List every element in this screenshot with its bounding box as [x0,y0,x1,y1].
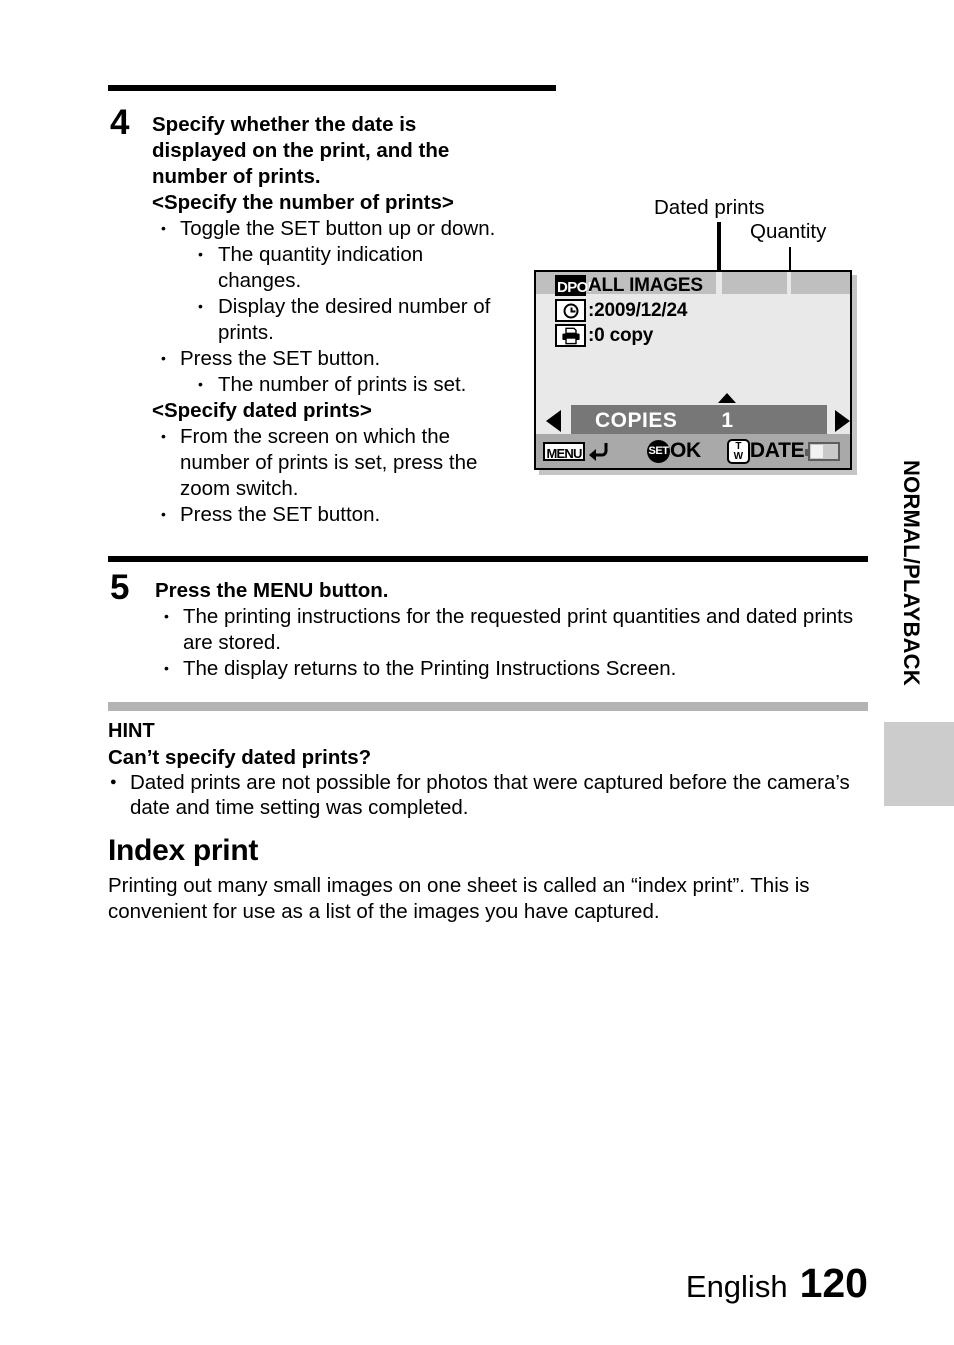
step-4-title: Specify whether the date is displayed on… [152,113,450,188]
menu-badge[interactable]: MENU [543,441,585,461]
zoom-tw-badge[interactable]: T W [726,438,750,464]
step-4-number: 4 [110,103,129,142]
callout-label-quantity: Quantity [750,220,827,243]
lcd-row-copies: :0 copy [555,323,835,348]
hint-bullet-list: Dated prints are not possible for photos… [108,770,878,820]
side-tab-block [884,722,954,806]
list-item: The quantity indication changes. [188,241,512,294]
return-arrow-icon [589,443,608,461]
hint-question: Can’t specify dated prints? [108,746,372,769]
lcd-date-value: :2009/12/24 [588,300,688,321]
list-item: The number of prints is set. [188,371,512,398]
list-item: Toggle the SET button up or down. [152,215,512,242]
step-5-title: Press the MENU button. [155,579,389,602]
list-item: Dated prints are not possible for photos… [108,770,878,820]
step-4-bullet-list-2: Press the SET button. [152,345,512,372]
battery-icon [805,441,840,461]
list-item: The display returns to the Printing Inst… [155,655,865,682]
copies-selection-bar[interactable]: COPIES 1 [571,393,827,449]
step-4-divider-rule [108,85,556,91]
step-4-subhead-1: <Specify the number of prints> [152,191,454,214]
list-item: The printing instructions for the reques… [155,603,865,656]
footer-page-number: 120 [799,1260,868,1306]
lcd-row-date: :2009/12/24 [555,298,835,323]
step-5-bullet-list: The printing instructions for the reques… [155,603,865,682]
zoom-action-label: DATE [749,439,805,462]
list-item: Press the SET button. [152,345,512,372]
step-4-body: Specify whether the date is displayed on… [152,112,512,528]
copies-quantity-value: 1 [721,409,734,432]
triangle-up-icon[interactable] [718,393,736,403]
zoom-badge-top-label: T [735,440,742,452]
set-badge[interactable]: SET [647,439,670,463]
step-4-bullet-list-3: From the screen on which the number of p… [152,423,512,528]
page-footer: English 120 [686,1260,868,1307]
lcd-bottom-bar: MENU SET OK T W DATE [536,434,850,468]
zoom-badge-bottom-label: W [733,450,744,462]
hint-divider-bar [108,702,868,711]
step-4-sublist-1: The quantity indication changes. Display… [152,241,512,346]
printer-glyph [561,327,580,344]
lcd-row-title: DPOF ALL IMAGES [555,273,835,298]
clock-icon [555,299,586,322]
step-4-bullet-list-1: Toggle the SET button up or down. [152,215,512,242]
section-body-index-print: Printing out many small images on one sh… [108,874,810,923]
set-action-label: OK [670,439,701,462]
hint-label: HINT [108,720,155,742]
clock-face [563,303,578,318]
list-item: From the screen on which the number of p… [152,423,512,502]
section-title-index-print: Index print [108,834,259,867]
list-item: Press the SET button. [152,501,512,528]
step-5-number: 5 [110,568,129,607]
step-5-body: Press the MENU button. The printing inst… [155,578,865,682]
step-4-subhead-2: <Specify dated prints> [152,399,372,422]
battery-fill [811,444,823,458]
list-item: Display the desired number of prints. [188,293,512,346]
footer-language: English [685,1269,788,1304]
printer-icon [555,324,586,347]
callout-label-dated-prints: Dated prints [654,196,765,219]
copies-label: COPIES [595,409,678,432]
side-tab-label: NORMAL/PLAYBACK [899,460,924,686]
step-4-sublist-2: The number of prints is set. [152,371,512,398]
lcd-title: ALL IMAGES [588,275,703,296]
arrow-right-icon[interactable] [835,410,850,432]
arrow-left-icon[interactable] [546,410,561,432]
lcd-info-block: DPOF ALL IMAGES :2009/12/24 :0 copy [555,272,835,348]
camera-lcd-screen: DPOF ALL IMAGES :2009/12/24 :0 copy COPI… [534,270,852,470]
step-5-divider-rule [108,556,868,562]
dpof-badge: DPOF [555,275,597,296]
lcd-copies-info: :0 copy [588,325,654,346]
